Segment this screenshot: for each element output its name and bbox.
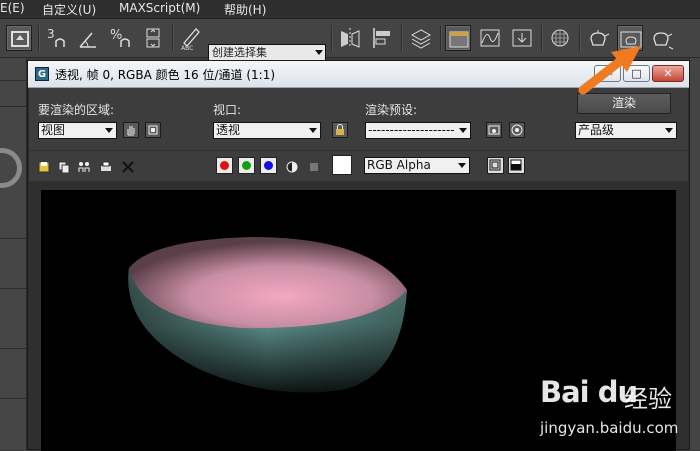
menu-help[interactable]: 帮助(H) [224, 1, 266, 18]
chevron-down-icon [665, 128, 673, 133]
area-to-render-label: 要渲染的区域: [38, 103, 115, 117]
save-image-icon[interactable] [37, 160, 51, 174]
percent-snap-icon[interactable]: % [108, 25, 134, 51]
chevron-down-icon [458, 163, 466, 168]
chevron-down-icon [105, 128, 113, 133]
render-preset-dropdown[interactable]: -------------------- [365, 122, 471, 139]
alpha-channel-icon[interactable] [285, 160, 299, 174]
render-setup-small-icon[interactable] [486, 122, 502, 138]
menu-customize[interactable]: 自定义(U) [42, 1, 96, 18]
auto-region-icon[interactable] [145, 122, 161, 138]
render-quality-value: 产品级 [578, 123, 615, 137]
red-channel-toggle[interactable] [216, 157, 233, 174]
blue-channel-toggle[interactable] [260, 157, 277, 174]
environment-effects-icon[interactable] [509, 122, 525, 138]
render-quality-dropdown[interactable]: 产品级 [575, 122, 677, 139]
viewport-dropdown[interactable]: 透视 [213, 122, 321, 139]
area-to-render-value: 视图 [41, 123, 66, 137]
snap-3d-label: 3 [47, 27, 55, 41]
schematic-view-icon[interactable] [509, 25, 535, 51]
watermark-logo: Bai du [540, 375, 638, 409]
lock-viewport-icon[interactable] [332, 122, 348, 138]
pan-hand-icon[interactable] [123, 122, 139, 138]
align-icon[interactable] [369, 25, 395, 51]
clear-icon[interactable] [121, 160, 135, 174]
orange-arrow-annotation [578, 46, 641, 95]
copy-image-icon[interactable] [57, 160, 71, 174]
watermark-chinese: 经验 [624, 385, 672, 413]
spinner-snap-icon[interactable] [140, 25, 166, 51]
app-icon: G [35, 67, 49, 81]
curve-editor-icon[interactable] [477, 25, 503, 51]
green-channel-icon [242, 161, 251, 170]
viewcube-ring [0, 148, 22, 188]
clone-frame-window-icon[interactable] [77, 160, 91, 174]
area-to-render-dropdown[interactable]: 视图 [38, 122, 117, 139]
green-channel-toggle[interactable] [238, 157, 255, 174]
print-image-icon[interactable] [99, 160, 113, 174]
material-editor-icon[interactable] [547, 25, 573, 51]
viewport-label: 视口: [213, 103, 242, 117]
chevron-down-icon [309, 128, 317, 133]
toggle-ui-icon[interactable] [508, 157, 525, 174]
red-channel-icon [220, 161, 229, 170]
svg-text:ABC: ABC [181, 45, 193, 51]
viewport-value: 透视 [216, 123, 241, 137]
render-production-icon[interactable] [649, 25, 675, 51]
menu-edit[interactable]: E(E) [0, 1, 25, 15]
viewport-left-strip [0, 58, 27, 450]
display-channel-dropdown[interactable]: RGB Alpha [364, 157, 470, 174]
chevron-down-icon [315, 50, 323, 55]
monochrome-icon[interactable] [307, 160, 321, 174]
watermark: Bai du 经验 jingyan.baidu.com [540, 375, 700, 450]
window-title: 透视, 帧 0, RGBA 颜色 16 位/通道 (1:1) [55, 68, 276, 82]
mirror-icon[interactable] [337, 25, 363, 51]
layer-manager-icon[interactable] [408, 25, 434, 51]
scene-explorer-icon[interactable] [445, 25, 471, 51]
chevron-down-icon [459, 128, 467, 133]
toggle-ui-overlay-icon[interactable] [487, 157, 504, 174]
display-channel-value: RGB Alpha [367, 158, 431, 172]
undo-icon[interactable] [6, 25, 32, 51]
angle-snap-icon[interactable] [76, 25, 102, 51]
watermark-url: jingyan.baidu.com [540, 419, 679, 437]
color-swatch[interactable] [332, 155, 352, 175]
menu-bar: E(E) 自定义(U) MAXScript(M) 帮助(H) [0, 0, 700, 19]
named-selection-set-value: 创建选择集 [212, 46, 267, 59]
render-preset-value: -------------------- [368, 123, 455, 137]
close-button[interactable]: ✕ [652, 65, 684, 82]
named-selection-set-dropdown[interactable]: 创建选择集 [208, 44, 326, 61]
render-preset-label: 渲染预设: [365, 103, 418, 117]
edit-named-selection-icon[interactable]: ABC [178, 25, 204, 51]
blue-channel-icon [264, 161, 273, 170]
menu-maxscript[interactable]: MAXScript(M) [119, 1, 200, 15]
frame-toolbar: RGB Alpha [29, 150, 688, 181]
snap-3d-icon[interactable]: 3 [44, 25, 70, 51]
close-icon: ✕ [663, 67, 673, 80]
